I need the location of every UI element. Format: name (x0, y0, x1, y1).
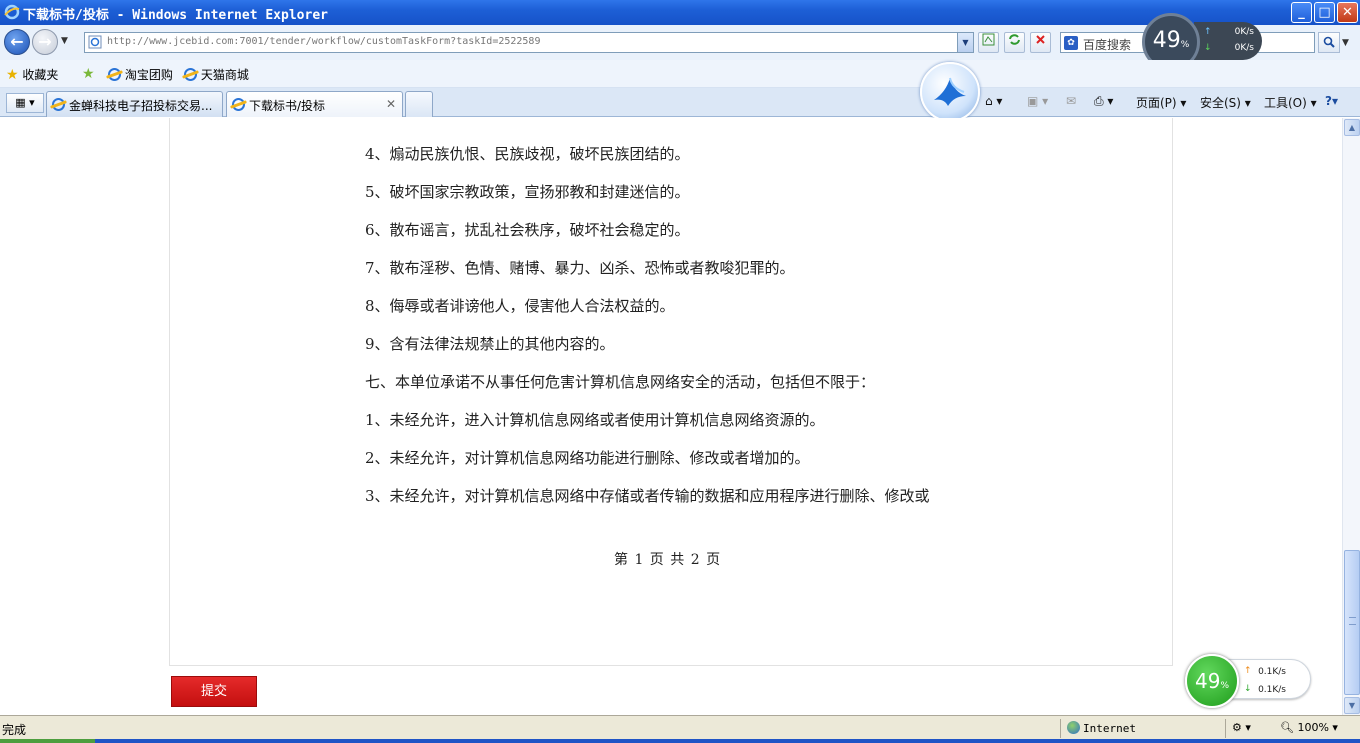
fav-link-tmall[interactable]: 天猫商城 (184, 66, 249, 83)
scroll-grip (1349, 617, 1356, 625)
status-text: 完成 (2, 723, 27, 737)
globe-icon (1067, 721, 1080, 734)
doc-line: 1、未经允许，进入计算机信息网络或者使用计算机信息网络资源的。 (365, 411, 825, 429)
print-icon[interactable]: ⎙ ▾ (1094, 94, 1113, 109)
magnifier-icon (1323, 36, 1335, 48)
address-dropdown-icon[interactable]: ▼ (957, 33, 973, 52)
status-bar: 完成 Internet ⚙ ▾ 🔍︎ 100% ▾ (0, 715, 1360, 743)
stop-icon[interactable] (1030, 32, 1051, 53)
tools-menu[interactable]: 工具(O) ▾ (1264, 94, 1317, 111)
back-arrow-icon: ← (10, 32, 24, 51)
home-icon[interactable]: ⌂ ▾ (985, 94, 1002, 108)
download-arrow-icon: ↓ (1204, 43, 1212, 53)
close-tab-icon[interactable]: ✕ (386, 97, 396, 111)
download-speed: 0K/s (1234, 43, 1254, 53)
taskbar-start-strip (0, 739, 95, 743)
tab-download-tender[interactable]: 下载标书/投标 ✕ (226, 91, 403, 117)
favorites-bar: ★ 收藏夹 ★ 淘宝团购 天猫商城 (0, 60, 1360, 88)
doc-line: 2、未经允许，对计算机信息网络功能进行删除、修改或者增加的。 (365, 449, 810, 467)
vertical-scrollbar[interactable]: ▲ ▼ (1342, 118, 1360, 715)
doc-line: 8、侮辱或者诽谤他人，侵害他人合法权益的。 (365, 297, 675, 315)
upload-arrow-icon: ↑ (1244, 666, 1252, 676)
ie-page-icon (232, 98, 245, 111)
search-button[interactable] (1318, 32, 1340, 53)
doc-line: 5、破坏国家宗教政策，宣扬邪教和封建迷信的。 (365, 183, 690, 201)
floating-speed-widget[interactable]: ↑ 0.1K/s ↓ 0.1K/s 49% (1185, 654, 1311, 708)
forward-arrow-icon: → (38, 32, 52, 51)
mail-icon[interactable]: ✉ (1066, 94, 1076, 108)
download-speed: 0.1K/s (1258, 685, 1286, 695)
doc-line: 9、含有法律法规禁止的其他内容的。 (365, 335, 615, 353)
doc-line: 6、散布谣言，扰乱社会秩序，破坏社会稳定的。 (365, 221, 690, 239)
status-divider (1060, 719, 1061, 738)
help-icon[interactable]: ?▾ (1325, 94, 1338, 108)
back-button[interactable]: ← (4, 29, 30, 55)
doc-line: 4、煽动民族仇恨、民族歧视，破坏民族团结的。 (365, 145, 690, 163)
speed-panel: ↑ 0K/s ↓ 0K/s (1194, 22, 1262, 60)
ie-page-icon (52, 98, 65, 111)
tab-bar: ▦ ▾ 金蝉科技电子招投标交易... 下载标书/投标 ✕ ⌂ ▾ ▣ ▾ ✉ ⎙ … (0, 88, 1360, 117)
upload-speed: 0K/s (1234, 27, 1254, 37)
window-title: 下载标书/投标 - Windows Internet Explorer (23, 8, 328, 23)
fav-link-taobao[interactable]: 淘宝团购 (108, 66, 173, 83)
upload-arrow-icon: ↑ (1204, 27, 1212, 37)
favorites-button[interactable]: ★ 收藏夹 (6, 66, 58, 83)
compatibility-view-icon[interactable] (978, 32, 999, 53)
page-indicator: 第 1 页 共 2 页 (614, 552, 722, 568)
doc-line: 七、本单位承诺不从事任何危害计算机信息网络安全的活动，包括但不限于： (365, 373, 876, 391)
forward-button[interactable]: → (32, 29, 58, 55)
search-options-dropdown-icon[interactable]: ▼ (1342, 38, 1349, 48)
minimize-button[interactable]: _ (1291, 2, 1312, 23)
close-button[interactable]: ✕ (1337, 2, 1358, 23)
refresh-icon[interactable] (1004, 32, 1025, 53)
scroll-up-arrow-icon[interactable]: ▲ (1344, 119, 1360, 136)
status-divider (1225, 719, 1226, 738)
ie-logo-icon (4, 4, 20, 20)
thunder-bird-logo-icon[interactable] (920, 62, 980, 122)
upload-speed: 0.1K/s (1258, 667, 1286, 677)
safety-menu[interactable]: 安全(S) ▾ (1200, 94, 1251, 111)
address-input[interactable]: http://www.jcebid.com:7001/tender/workfl… (84, 32, 974, 53)
page-icon (88, 35, 102, 49)
security-zone[interactable]: Internet (1067, 721, 1136, 735)
page-menu[interactable]: 页面(P) ▾ (1136, 94, 1186, 111)
submit-button[interactable]: 提交 (171, 676, 257, 707)
doc-line: 3、未经允许，对计算机信息网络中存储或者传输的数据和应用程序进行删除、修改或 (365, 487, 930, 505)
search-placeholder: 百度搜索 (1083, 38, 1132, 52)
memory-percent: 49% (1185, 654, 1239, 708)
page-content: 4、煽动民族仇恨、民族歧视，破坏民族团结的。 5、破坏国家宗教政策，宣扬邪教和封… (0, 118, 1342, 715)
zoom-level[interactable]: 🔍︎ 100% ▾ (1280, 721, 1338, 734)
scroll-down-arrow-icon[interactable]: ▼ (1344, 697, 1360, 714)
download-arrow-icon: ↓ (1244, 684, 1252, 694)
tab-jinchan[interactable]: 金蝉科技电子招投标交易... (46, 91, 223, 117)
ie-page-icon (184, 68, 197, 81)
recent-pages-dropdown-icon[interactable]: ▼ (61, 36, 71, 46)
new-tab-button[interactable] (405, 91, 433, 117)
baidu-paw-icon: ✿ (1064, 36, 1078, 50)
add-favorite-icon[interactable]: ★ (82, 66, 95, 82)
scroll-thumb[interactable] (1344, 550, 1360, 695)
taskbar-strip (0, 739, 1360, 743)
ie-page-icon (108, 68, 121, 81)
doc-line: 7、散布淫秽、色情、赌博、暴力、凶杀、恐怖或者教唆犯罪的。 (365, 259, 795, 277)
maximize-button[interactable]: □ (1314, 2, 1335, 23)
protected-mode-icon[interactable]: ⚙ ▾ (1232, 721, 1251, 734)
address-url: http://www.jcebid.com:7001/tender/workfl… (107, 36, 541, 47)
favorites-star-icon: ★ (6, 67, 19, 83)
quick-tabs-button[interactable]: ▦ ▾ (6, 93, 44, 113)
feeds-icon[interactable]: ▣ ▾ (1027, 94, 1048, 108)
